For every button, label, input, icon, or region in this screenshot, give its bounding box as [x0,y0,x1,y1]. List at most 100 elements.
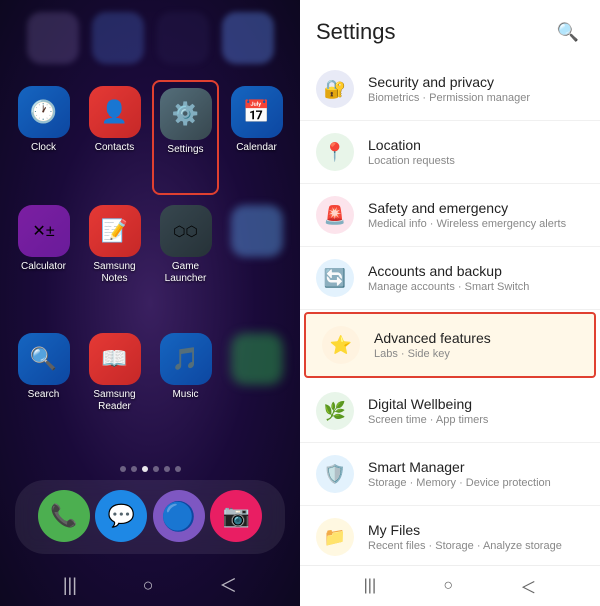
search-label: Search [28,389,60,401]
calculator-label: Calculator [21,261,66,273]
phone-screen: 🕐 Clock 👤 Contacts ⚙️ Settings 📅 Calenda… [0,0,300,606]
security-title: Security and privacy [368,74,584,90]
app-samsung-reader[interactable]: 📖 Samsung Reader [81,327,148,450]
files-icon: 📁 [316,518,354,556]
settings-search-button[interactable]: 🔍 [552,16,584,48]
settings-item-accounts[interactable]: 🔄 Accounts and backup Manage accounts · … [300,247,600,310]
security-text: Security and privacy Biometrics · Permis… [368,74,584,104]
dot-1 [120,466,126,472]
samsung-notes-icon: 📝 [89,205,141,257]
location-icon: 📍 [316,133,354,171]
dock-bixby[interactable]: 🔵 [153,490,205,542]
dot-2 [131,466,137,472]
calendar-icon: 📅 [231,86,283,138]
smart-icon: 🛡️ [316,455,354,493]
app-game-launcher[interactable]: ⬡⬡ Game Launcher [152,199,219,322]
location-text: Location Location requests [368,137,584,167]
smart-title: Smart Manager [368,459,584,475]
game-launcher-label: Game Launcher [154,261,217,285]
safety-icon: 🚨 [316,196,354,234]
app-grid: 🕐 Clock 👤 Contacts ⚙️ Settings 📅 Calenda… [0,72,300,458]
settings-item-files[interactable]: 📁 My Files Recent files · Storage · Anal… [300,506,600,565]
settings-item-safety[interactable]: 🚨 Safety and emergency Medical info · Wi… [300,184,600,247]
settings-item-digital[interactable]: 🌿 Digital Wellbeing Screen time · App ti… [300,380,600,443]
samsung-reader-icon: 📖 [89,333,141,385]
advanced-icon: ⭐ [322,326,360,364]
security-icon: 🔐 [316,70,354,108]
dock-messages[interactable]: 💬 [95,490,147,542]
digital-subtitle: Screen time · App timers [368,414,584,426]
samsung-notes-label: Samsung Notes [83,261,146,285]
blurred-icon-7 [231,333,283,385]
dock-phone[interactable]: 📞 [38,490,90,542]
smart-subtitle: Storage · Memory · Device protection [368,477,584,489]
advanced-title: Advanced features [374,330,578,346]
dot-5 [164,466,170,472]
nav-home[interactable]: ○ [143,575,154,596]
accounts-text: Accounts and backup Manage accounts · Sm… [368,263,584,293]
music-label: Music [172,389,198,401]
safety-title: Safety and emergency [368,200,584,216]
contacts-label: Contacts [95,142,134,154]
files-title: My Files [368,522,584,538]
search-app-icon: 🔍 [18,333,70,385]
accounts-title: Accounts and backup [368,263,584,279]
settings-nav-home[interactable]: ○ [443,577,453,595]
advanced-subtitle: Labs · Side key [374,348,578,360]
app-blurred-7 [223,327,290,450]
game-launcher-icon: ⬡⬡ [160,205,212,257]
location-title: Location [368,137,584,153]
settings-item-location[interactable]: 📍 Location Location requests [300,121,600,184]
app-blurred-4 [223,199,290,322]
settings-title: Settings [316,19,396,45]
app-search[interactable]: 🔍 Search [10,327,77,450]
files-text: My Files Recent files · Storage · Analyz… [368,522,584,552]
settings-icon: ⚙️ [160,88,212,140]
settings-nav-back[interactable]: ＜ [520,574,536,598]
settings-item-security[interactable]: 🔐 Security and privacy Biometrics · Perm… [300,58,600,121]
dot-3 [142,466,148,472]
page-dots [0,458,300,480]
settings-nav-bar: ||| ○ ＜ [300,565,600,606]
calculator-icon: ✕± [18,205,70,257]
dock-camera[interactable]: 📷 [210,490,262,542]
app-settings[interactable]: ⚙️ Settings [152,80,219,195]
app-clock[interactable]: 🕐 Clock [10,80,77,195]
app-contacts[interactable]: 👤 Contacts [81,80,148,195]
location-subtitle: Location requests [368,155,584,167]
settings-nav-menu[interactable]: ||| [364,577,376,595]
settings-item-smart[interactable]: 🛡️ Smart Manager Storage · Memory · Devi… [300,443,600,506]
settings-panel: Settings 🔍 🔐 Security and privacy Biomet… [300,0,600,606]
blurred-icon-4 [231,205,283,257]
advanced-text: Advanced features Labs · Side key [374,330,578,360]
dot-4 [153,466,159,472]
digital-text: Digital Wellbeing Screen time · App time… [368,396,584,426]
app-music[interactable]: 🎵 Music [152,327,219,450]
smart-text: Smart Manager Storage · Memory · Device … [368,459,584,489]
settings-header: Settings 🔍 [300,0,600,58]
app-samsung-notes[interactable]: 📝 Samsung Notes [81,199,148,322]
app-calendar[interactable]: 📅 Calendar [223,80,290,195]
calendar-label: Calendar [236,142,277,154]
settings-list: 🔐 Security and privacy Biometrics · Perm… [300,58,600,565]
nav-back[interactable]: ＜ [219,572,237,598]
music-icon: 🎵 [160,333,212,385]
blurred-app-3 [157,12,209,64]
samsung-reader-label: Samsung Reader [83,389,146,413]
bottom-dock: 📞 💬 🔵 📷 [15,480,285,554]
settings-item-advanced[interactable]: ⭐ Advanced features Labs · Side key [304,312,596,378]
accounts-icon: 🔄 [316,259,354,297]
blurred-app-2 [92,12,144,64]
digital-icon: 🌿 [316,392,354,430]
clock-icon: 🕐 [18,86,70,138]
digital-title: Digital Wellbeing [368,396,584,412]
safety-subtitle: Medical info · Wireless emergency alerts [368,218,584,230]
blurred-apps-row [0,0,300,72]
app-calculator[interactable]: ✕± Calculator [10,199,77,322]
blurred-app-1 [27,12,79,64]
search-icon: 🔍 [557,22,579,43]
nav-menu[interactable]: ||| [63,575,77,596]
phone-nav-bar: ||| ○ ＜ [0,564,300,606]
contacts-icon: 👤 [89,86,141,138]
security-subtitle: Biometrics · Permission manager [368,92,584,104]
